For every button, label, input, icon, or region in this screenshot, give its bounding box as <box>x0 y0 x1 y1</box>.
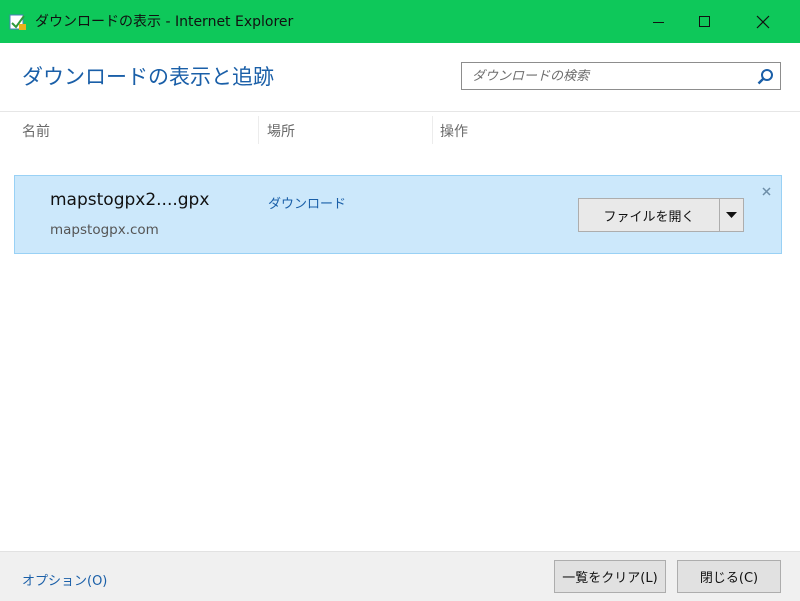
download-location-link[interactable]: ダウンロード <box>268 193 346 212</box>
download-source: mapstogpx.com <box>50 222 159 238</box>
search-input[interactable] <box>462 63 757 89</box>
minimize-button[interactable] <box>636 0 682 43</box>
title-bar[interactable]: ダウンロードの表示 - Internet Explorer <box>0 0 800 43</box>
caret-down-icon <box>726 212 737 218</box>
open-file-button[interactable]: ファイルを開く <box>578 198 720 232</box>
options-link[interactable]: オプション(O) <box>22 570 107 589</box>
close-icon <box>761 186 771 196</box>
open-file-split-button: ファイルを開く <box>578 198 744 232</box>
download-item[interactable]: mapstogpx2....gpx mapstogpx.com ダウンロード フ… <box>14 175 782 254</box>
search-icon[interactable] <box>757 68 774 85</box>
column-header-location[interactable]: 場所 <box>267 121 295 141</box>
maximize-icon <box>699 15 710 27</box>
close-window-button[interactable] <box>740 0 786 43</box>
ie-download-icon <box>9 14 26 30</box>
remove-download-button[interactable] <box>759 184 773 198</box>
maximize-button[interactable] <box>682 0 728 43</box>
downloads-window: ダウンロードの表示 - Internet Explorer ダウンロードの表示と… <box>0 0 800 601</box>
clear-list-button[interactable]: 一覧をクリア(L) <box>554 560 666 593</box>
close-icon <box>756 15 770 28</box>
open-file-dropdown[interactable] <box>719 198 744 232</box>
column-divider <box>432 116 433 144</box>
download-file-name: mapstogpx2....gpx <box>50 190 210 210</box>
column-divider <box>258 116 259 144</box>
page-title: ダウンロードの表示と追跡 <box>22 65 274 89</box>
column-header-row: 名前 場所 操作 <box>0 111 800 148</box>
close-button[interactable]: 閉じる(C) <box>677 560 781 593</box>
search-box[interactable] <box>461 62 781 90</box>
minimize-icon <box>653 21 664 23</box>
column-header-name[interactable]: 名前 <box>22 121 50 141</box>
column-header-action[interactable]: 操作 <box>440 121 468 141</box>
footer-bar: オプション(O) 一覧をクリア(L) 閉じる(C) <box>0 551 800 601</box>
window-title: ダウンロードの表示 - Internet Explorer <box>35 14 294 30</box>
